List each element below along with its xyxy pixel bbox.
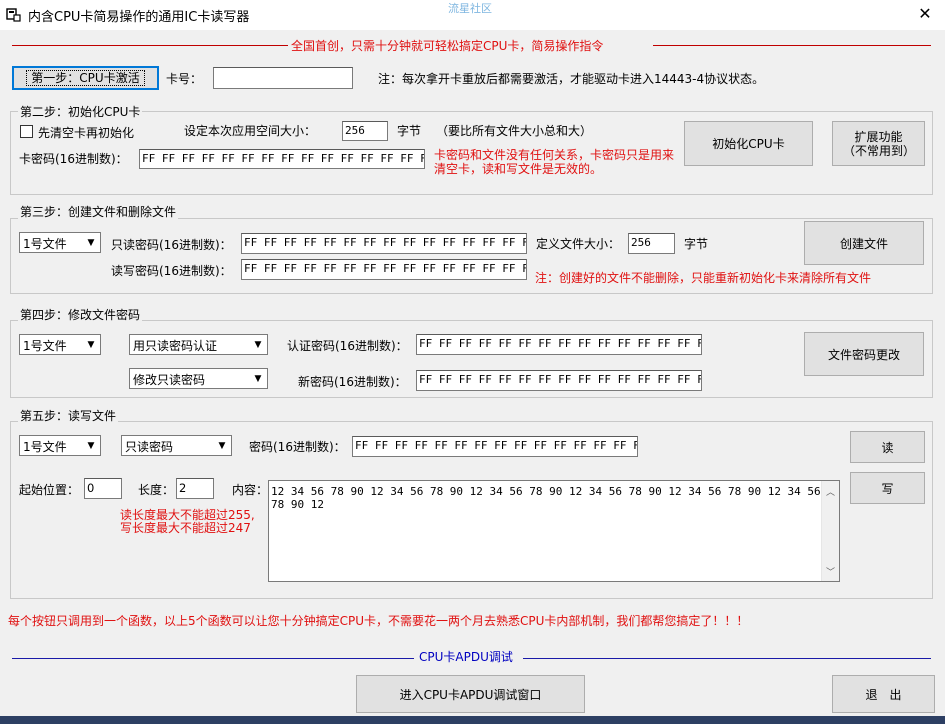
- card-no-input[interactable]: [213, 67, 353, 89]
- auth-mode-select-value: 用只读密码认证: [133, 339, 218, 353]
- chevron-up-icon[interactable]: ︿: [826, 485, 835, 498]
- space-size-input[interactable]: 256: [342, 121, 388, 141]
- auth-pwd-label: 认证密码(16进制数)：: [287, 339, 408, 353]
- rw-pwd-label: 读写密码(16进制数)：: [111, 264, 232, 278]
- rw-file-pwd-label: 密码(16进制数)：: [249, 440, 346, 454]
- banner-rule-right: [653, 45, 931, 46]
- chevron-down-icon[interactable]: ﹀: [826, 565, 835, 578]
- rw-file-pwd-input[interactable]: FF FF FF FF FF FF FF FF FF FF FF FF FF F…: [352, 436, 638, 457]
- step3-file-select-value: 1号文件: [23, 237, 67, 251]
- create-file-note: 注：创建好的文件不能删除，只能重新初始化卡来清除所有文件: [535, 271, 872, 285]
- change-file-pwd-button[interactable]: 文件密码更改: [804, 332, 924, 376]
- card-pwd-note: 卡密码和文件没有任何关系，卡密码只是用来清空卡，读和写文件是无效的。: [434, 148, 675, 176]
- modify-target-select[interactable]: 修改只读密码 ▼: [129, 368, 268, 389]
- close-icon[interactable]: ✕: [908, 2, 942, 28]
- chevron-down-icon: ▼: [254, 374, 262, 384]
- chevron-down-icon: ▼: [87, 340, 95, 350]
- card-no-label: 卡号：: [166, 72, 203, 86]
- file-size-label: 定义文件大小：: [536, 237, 621, 251]
- write-button[interactable]: 写: [850, 472, 925, 504]
- step2-group-label: 第二步：初始化CPU卡: [18, 103, 143, 120]
- space-size-label: 设定本次应用空间大小：: [184, 124, 317, 138]
- step5-group-label: 第五步：读写文件: [18, 407, 119, 424]
- file-size-input[interactable]: 256: [628, 233, 675, 254]
- start-pos-label: 起始位置：: [19, 483, 80, 497]
- apdu-rule-right: [523, 658, 931, 659]
- clear-card-checkbox[interactable]: [20, 125, 33, 138]
- ro-pwd-label: 只读密码(16进制数)：: [111, 238, 232, 252]
- step3-file-select[interactable]: 1号文件 ▼: [19, 232, 101, 253]
- auth-pwd-input[interactable]: FF FF FF FF FF FF FF FF FF FF FF FF FF F…: [416, 334, 702, 355]
- content-scrollbar[interactable]: ︿ ﹀: [821, 481, 839, 581]
- step4-file-select-value: 1号文件: [23, 339, 67, 353]
- step3-group-label: 第三步：创建文件和删除文件: [18, 203, 179, 220]
- create-file-button[interactable]: 创建文件: [804, 221, 924, 265]
- chevron-down-icon: ▼: [218, 441, 226, 451]
- length-limit-note: 读长度最大不能超过255, 写长度最大不能超过247: [120, 509, 255, 535]
- banner-rule-left: [12, 45, 288, 46]
- modify-target-select-value: 修改只读密码: [133, 373, 206, 387]
- init-card-button[interactable]: 初始化CPU卡: [684, 121, 813, 166]
- new-pwd-input[interactable]: FF FF FF FF FF FF FF FF FF FF FF FF FF F…: [416, 370, 702, 391]
- apdu-debug-button[interactable]: 进入CPU卡APDU调试窗口: [356, 675, 585, 713]
- taskbar-strip: [0, 716, 945, 724]
- write-limit-text: 写长度最大不能超过247: [120, 521, 251, 535]
- auth-mode-select[interactable]: 用只读密码认证 ▼: [129, 334, 268, 355]
- activate-card-button-label: 第一步：CPU卡激活: [26, 70, 145, 86]
- clear-card-checkbox-label: 先清空卡再初始化: [38, 126, 135, 140]
- pwd-type-select-value: 只读密码: [125, 440, 174, 454]
- window-title: 内含CPU卡简易操作的通用IC卡读写器: [28, 10, 250, 25]
- chevron-down-icon: ▼: [254, 340, 262, 350]
- space-size-hint: （要比所有文件大小总和大）: [436, 124, 593, 138]
- new-pwd-label: 新密码(16进制数)：: [298, 375, 407, 389]
- length-input[interactable]: 2: [176, 478, 214, 499]
- step4-group-label: 第四步：修改文件密码: [18, 306, 143, 323]
- read-button[interactable]: 读: [850, 431, 925, 463]
- step1-note: 注：每次拿开卡重放后都需要激活，才能驱动卡进入14443-4协议状态。: [378, 72, 765, 86]
- space-size-unit: 字节: [397, 124, 422, 138]
- rw-pwd-input[interactable]: FF FF FF FF FF FF FF FF FF FF FF FF FF F…: [241, 259, 527, 280]
- apdu-rule-left: [12, 658, 414, 659]
- step5-file-select-value: 1号文件: [23, 440, 67, 454]
- activate-card-button[interactable]: 第一步：CPU卡激活: [12, 66, 159, 90]
- step4-file-select[interactable]: 1号文件 ▼: [19, 334, 101, 355]
- length-label: 长度：: [138, 483, 175, 497]
- card-pwd-label: 卡密码(16进制数)：: [19, 152, 128, 166]
- ro-pwd-input[interactable]: FF FF FF FF FF FF FF FF FF FF FF FF FF F…: [241, 233, 527, 254]
- watermark-text: 流星社区: [448, 2, 492, 15]
- pwd-type-select[interactable]: 只读密码 ▼: [121, 435, 232, 456]
- extended-functions-button[interactable]: 扩展功能（不常用到）: [832, 121, 925, 166]
- step5-file-select[interactable]: 1号文件 ▼: [19, 435, 101, 456]
- exit-button[interactable]: 退 出: [832, 675, 935, 713]
- banner-text: 全国首创，只需十分钟就可轻松搞定CPU卡，简易操作指令: [291, 39, 604, 53]
- summary-text: 每个按钮只调用到一个函数，以上5个函数可以让您十分钟搞定CPU卡，不需要花一两个…: [8, 614, 749, 628]
- app-icon: [6, 8, 21, 22]
- content-label: 内容：: [232, 483, 269, 497]
- start-pos-input[interactable]: 0: [84, 478, 122, 499]
- card-pwd-input[interactable]: FF FF FF FF FF FF FF FF FF FF FF FF FF F…: [139, 149, 425, 169]
- apdu-section-label: CPU卡APDU调试: [419, 650, 513, 664]
- chevron-down-icon: ▼: [87, 441, 95, 451]
- file-size-unit: 字节: [684, 237, 709, 251]
- content-textarea[interactable]: 12 34 56 78 90 12 34 56 78 90 12 34 56 7…: [268, 480, 840, 582]
- content-text: 12 34 56 78 90 12 34 56 78 90 12 34 56 7…: [271, 485, 821, 511]
- chevron-down-icon: ▼: [87, 238, 95, 248]
